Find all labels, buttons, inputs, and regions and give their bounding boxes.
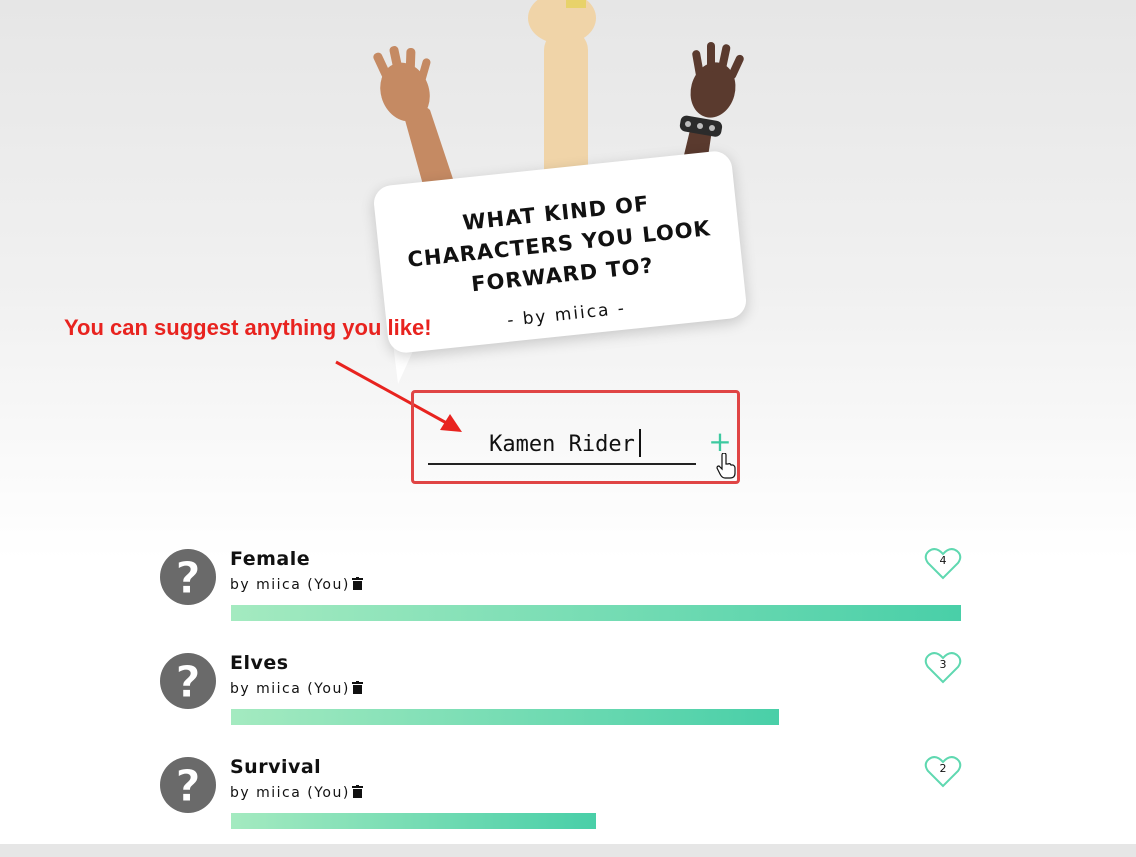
- hand-pointer-icon: [716, 453, 736, 479]
- suggestions-list: ? Female by miica (You) 4 ? Elves by mii…: [160, 545, 970, 857]
- suggestion-input[interactable]: [428, 425, 696, 465]
- list-item: ? Survival by miica (You) 2: [160, 753, 970, 857]
- suggestion-author-text: by miica (You): [230, 785, 350, 801]
- suggestion-author: by miica (You): [230, 577, 363, 593]
- svg-text:?: ?: [175, 553, 201, 604]
- trash-icon[interactable]: [351, 577, 363, 590]
- vote-bar-fill: [231, 605, 961, 621]
- vote-bar: [231, 813, 961, 829]
- list-item: ? Female by miica (You) 4: [160, 545, 970, 649]
- like-heart-button[interactable]: 2: [924, 755, 962, 789]
- svg-text:?: ?: [175, 761, 201, 812]
- like-heart-button[interactable]: 4: [924, 547, 962, 581]
- text-caret: [639, 429, 641, 457]
- suggestion-author: by miica (You): [230, 785, 363, 801]
- suggestion-author-text: by miica (You): [230, 577, 350, 593]
- suggestion-name: Female: [230, 548, 311, 570]
- like-heart-button[interactable]: 3: [924, 651, 962, 685]
- suggestion-author-text: by miica (You): [230, 681, 350, 697]
- vote-bar: [231, 605, 961, 621]
- trash-icon[interactable]: [351, 681, 363, 694]
- suggestion-author: by miica (You): [230, 681, 363, 697]
- like-count: 3: [939, 658, 947, 671]
- vote-bar-fill: [231, 709, 779, 725]
- vote-bar: [231, 709, 961, 725]
- suggestion-name: Survival: [230, 756, 322, 778]
- question-mark-avatar-icon: ?: [160, 653, 216, 709]
- question-mark-avatar-icon: ?: [160, 757, 216, 813]
- like-count: 4: [939, 554, 947, 567]
- svg-text:?: ?: [175, 657, 201, 708]
- question-mark-avatar-icon: ?: [160, 549, 216, 605]
- suggestion-name: Elves: [230, 652, 289, 674]
- add-suggestion-button[interactable]: +: [708, 428, 732, 456]
- suggest-form-highlight: +: [411, 390, 740, 484]
- like-count: 2: [939, 762, 947, 775]
- trash-icon[interactable]: [351, 785, 363, 798]
- list-item: ? Elves by miica (You) 3: [160, 649, 970, 753]
- vote-bar-fill: [231, 813, 596, 829]
